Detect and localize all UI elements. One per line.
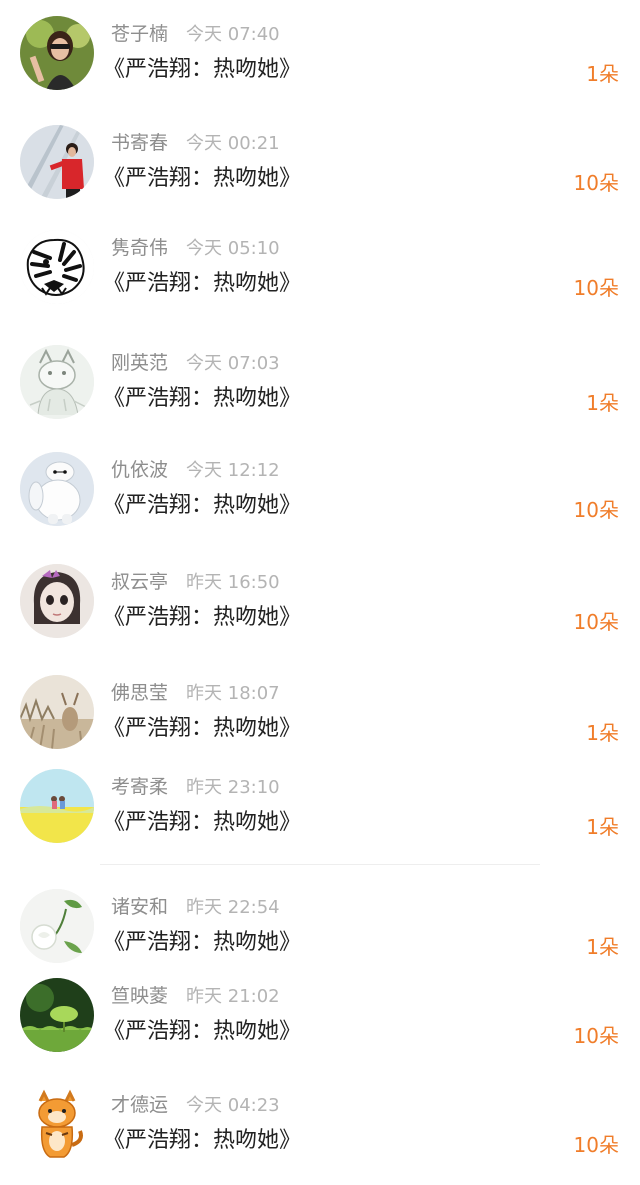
item-meta: 佛思莹 昨天 18:07 [111,678,280,704]
tiger-sketch-avatar[interactable] [20,230,94,304]
gift-list: 苍子楠 今天 07:40 《严浩翔：热吻她》 1朵 书寄春 今天 00:21 《严浩… [0,0,640,1185]
cat-sketch-avatar[interactable] [20,345,94,419]
sender-name[interactable]: 才德运 [111,1094,168,1116]
item-meta: 苍子楠 今天 07:40 [111,19,280,45]
list-item[interactable]: 书寄春 今天 00:21 《严浩翔：热吻她》 10朵 [0,125,640,215]
flower-count: 10朵 [573,276,619,300]
green-sprout-avatar[interactable] [20,978,94,1052]
timestamp: 今天 04:23 [186,1095,280,1116]
item-title[interactable]: 《严浩翔：热吻她》 [103,160,301,192]
sender-name[interactable]: 笪映菱 [111,985,168,1007]
sender-name[interactable]: 考寄柔 [111,776,168,798]
item-title[interactable]: 《严浩翔：热吻她》 [103,265,301,297]
photo-man-red-avatar[interactable] [20,125,94,199]
sender-name[interactable]: 叔云亭 [111,571,168,593]
item-meta: 考寄柔 昨天 23:10 [111,772,280,798]
list-item[interactable]: 隽奇伟 今天 05:10 《严浩翔：热吻她》 10朵 [0,230,640,320]
sender-name[interactable]: 隽奇伟 [111,237,168,259]
cartoon-tiger-avatar[interactable] [20,1087,94,1161]
item-meta: 刚英范 今天 07:03 [111,348,280,374]
item-title[interactable]: 《严浩翔：热吻她》 [103,599,301,631]
list-item[interactable]: 叔云亭 昨天 16:50 《严浩翔：热吻她》 10朵 [0,564,640,654]
sender-name[interactable]: 刚英范 [111,352,168,374]
list-item[interactable]: 佛思莹 昨天 18:07 《严浩翔：热吻她》 1朵 [0,675,640,765]
timestamp: 昨天 23:10 [186,777,280,798]
list-item[interactable]: 诸安和 昨天 22:54 《严浩翔：热吻她》 1朵 [0,889,640,979]
item-meta: 隽奇伟 今天 05:10 [111,233,280,259]
timestamp: 今天 00:21 [186,133,280,154]
timestamp: 今天 07:03 [186,353,280,374]
flower-count: 10朵 [573,171,619,195]
timestamp: 今天 05:10 [186,238,280,259]
list-item[interactable]: 苍子楠 今天 07:40 《严浩翔：热吻她》 1朵 [0,16,640,106]
timestamp: 昨天 16:50 [186,572,280,593]
timestamp: 今天 07:40 [186,24,280,45]
item-meta: 书寄春 今天 00:21 [111,128,280,154]
flower-count: 10朵 [573,1133,619,1157]
flower-count: 10朵 [573,1024,619,1048]
item-title[interactable]: 《严浩翔：热吻她》 [103,710,301,742]
sender-name[interactable]: 诸安和 [111,896,168,918]
item-title[interactable]: 《严浩翔：热吻她》 [103,51,301,83]
sender-name[interactable]: 佛思莹 [111,682,168,704]
timestamp: 昨天 21:02 [186,986,280,1007]
sender-name[interactable]: 书寄春 [111,132,168,154]
white-robot-avatar[interactable] [20,452,94,526]
item-title[interactable]: 《严浩翔：热吻她》 [103,1013,301,1045]
sender-name[interactable]: 仇依波 [111,459,168,481]
item-meta: 笪映菱 昨天 21:02 [111,981,280,1007]
deer-field-avatar[interactable] [20,675,94,749]
item-meta: 叔云亭 昨天 16:50 [111,567,280,593]
photo-woman-avatar[interactable] [20,16,94,90]
item-title[interactable]: 《严浩翔：热吻她》 [103,1122,301,1154]
timestamp: 昨天 18:07 [186,683,280,704]
item-meta: 才德运 今天 04:23 [111,1090,280,1116]
flower-count: 1朵 [586,815,619,839]
flower-count: 1朵 [586,721,619,745]
flower-count: 10朵 [573,498,619,522]
white-rose-avatar[interactable] [20,889,94,963]
list-item[interactable]: 考寄柔 昨天 23:10 《严浩翔：热吻她》 1朵 [0,769,640,859]
list-item[interactable]: 仇依波 今天 12:12 《严浩翔：热吻她》 10朵 [0,452,640,542]
yellow-field-avatar[interactable] [20,769,94,843]
flower-count: 1朵 [586,62,619,86]
sender-name[interactable]: 苍子楠 [111,23,168,45]
item-title[interactable]: 《严浩翔：热吻她》 [103,804,301,836]
list-item[interactable]: 笪映菱 昨天 21:02 《严浩翔：热吻她》 10朵 [0,978,640,1068]
timestamp: 今天 12:12 [186,460,280,481]
list-item[interactable]: 刚英范 今天 07:03 《严浩翔：热吻她》 1朵 [0,345,640,435]
doll-girl-avatar[interactable] [20,564,94,638]
item-title[interactable]: 《严浩翔：热吻她》 [103,924,301,956]
flower-count: 10朵 [573,610,619,634]
flower-count: 1朵 [586,935,619,959]
list-item[interactable]: 才德运 今天 04:23 《严浩翔：热吻她》 10朵 [0,1087,640,1177]
item-title[interactable]: 《严浩翔：热吻她》 [103,487,301,519]
flower-count: 1朵 [586,391,619,415]
item-title[interactable]: 《严浩翔：热吻她》 [103,380,301,412]
item-meta: 诸安和 昨天 22:54 [111,892,280,918]
item-meta: 仇依波 今天 12:12 [111,455,280,481]
timestamp: 昨天 22:54 [186,897,280,918]
divider [100,864,540,865]
